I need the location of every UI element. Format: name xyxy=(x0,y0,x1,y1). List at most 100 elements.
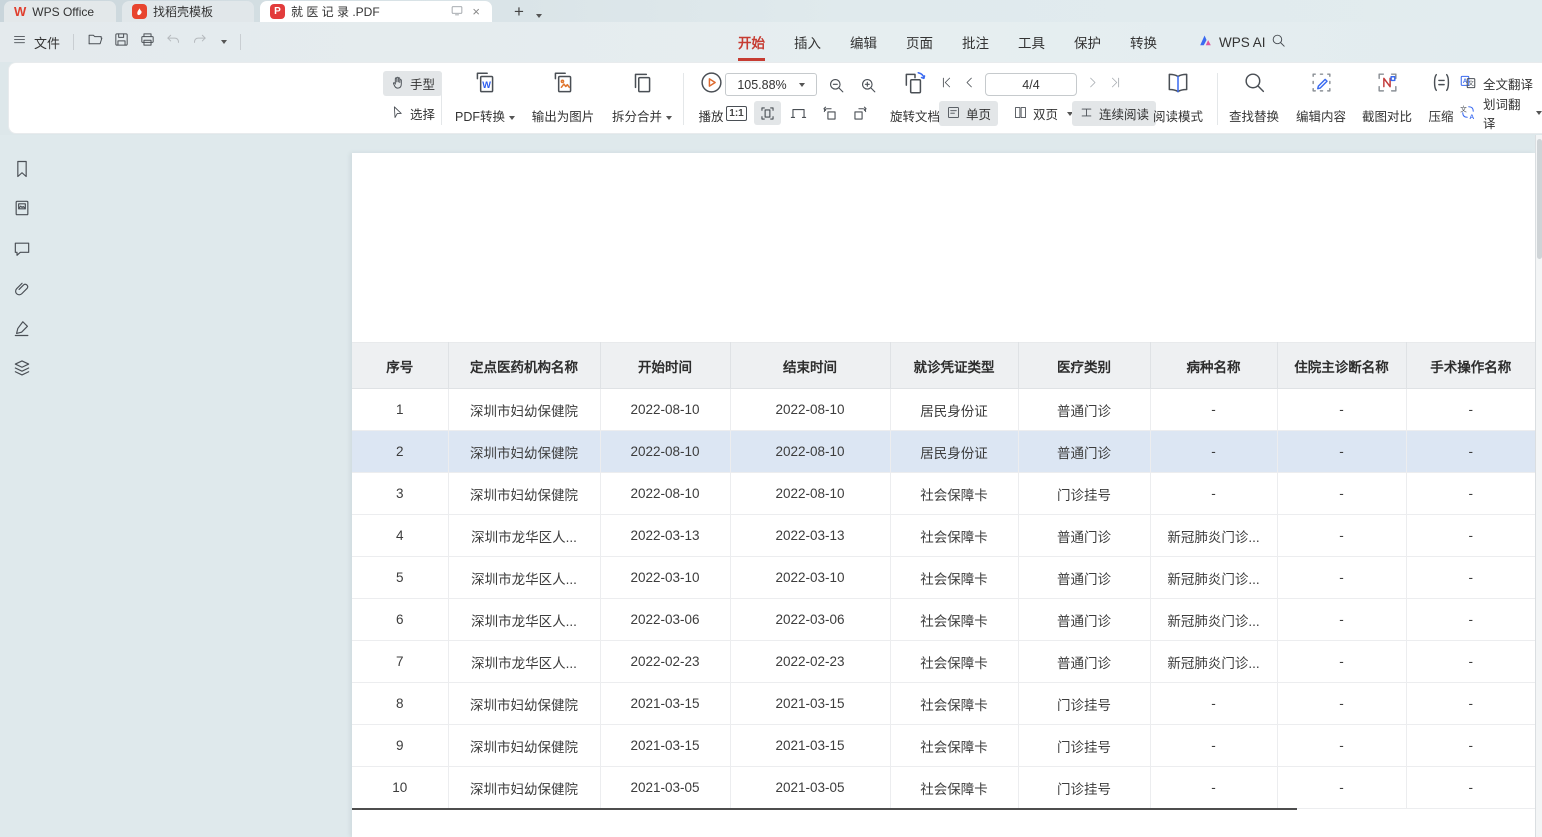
more-actions-chevron-icon[interactable] xyxy=(221,40,227,44)
table-cell: - xyxy=(1277,389,1406,431)
divider xyxy=(1217,73,1218,125)
read-mode-button[interactable]: 阅读模式 xyxy=(1147,68,1209,130)
screenshot-compare-icon xyxy=(1375,70,1400,98)
zoom-level-select[interactable]: 105.88% xyxy=(725,73,817,96)
menu-item-edit[interactable]: 编辑 xyxy=(850,32,877,52)
divider xyxy=(683,73,684,125)
menu-item-tools[interactable]: 工具 xyxy=(1018,32,1045,52)
left-panel-icons xyxy=(0,135,44,837)
bookmark-icon[interactable] xyxy=(12,159,32,179)
first-page-icon[interactable] xyxy=(939,75,954,95)
double-page-icon xyxy=(1013,105,1028,123)
prev-page-icon[interactable] xyxy=(962,75,977,95)
select-tool-button[interactable]: 选择 xyxy=(383,101,442,126)
find-replace-button[interactable]: 查找替换 xyxy=(1221,68,1287,130)
export-image-button[interactable]: 输出为图片 xyxy=(523,68,603,130)
tab-list-chevron-icon[interactable] xyxy=(536,14,542,18)
comment-icon[interactable] xyxy=(12,239,32,259)
edit-content-button[interactable]: 编辑内容 xyxy=(1289,68,1353,130)
new-tab-button[interactable]: + xyxy=(510,2,528,22)
table-cell: 普通门诊 xyxy=(1018,641,1150,683)
attachment-icon[interactable] xyxy=(12,279,32,299)
table-row: 6深圳市龙华区人...2022-03-062022-03-06社会保障卡普通门诊… xyxy=(352,599,1535,641)
save-icon[interactable] xyxy=(113,31,130,53)
undo-icon[interactable] xyxy=(165,31,182,53)
table-cell: - xyxy=(1150,431,1277,473)
screenshot-compare-button[interactable]: 截图对比 xyxy=(1355,68,1419,130)
rotate-left-button[interactable] xyxy=(816,101,843,125)
menu-item-annotate[interactable]: 批注 xyxy=(962,32,989,52)
tab-document-active[interactable]: P 就 医 记 录 .PDF × xyxy=(260,1,492,22)
table-cell: 9 xyxy=(352,725,448,767)
redo-icon[interactable] xyxy=(191,31,208,53)
next-page-icon[interactable] xyxy=(1085,75,1100,95)
table-row: 8深圳市妇幼保健院2021-03-152021-03-15社会保障卡门诊挂号--… xyxy=(352,683,1535,725)
zoom-out-button[interactable] xyxy=(823,73,850,97)
menu-item-convert[interactable]: 转换 xyxy=(1130,32,1157,52)
pdf-convert-button[interactable]: W PDF转换 xyxy=(447,68,523,130)
table-cell: 门诊挂号 xyxy=(1018,683,1150,725)
find-replace-icon xyxy=(1242,70,1267,98)
table-cell: - xyxy=(1150,767,1277,809)
tab-docer-templates[interactable]: 找稻壳模板 xyxy=(122,1,254,22)
rotate-right-icon xyxy=(851,104,870,123)
search-icon[interactable] xyxy=(1270,32,1287,54)
word-translate-label: 划词翻译 xyxy=(1483,94,1526,132)
menu-item-page[interactable]: 页面 xyxy=(906,32,933,52)
wps-ai-label: WPS AI xyxy=(1219,35,1266,50)
double-page-button[interactable]: 双页 xyxy=(1006,101,1080,126)
rotate-right-button[interactable] xyxy=(847,101,874,125)
table-row: 2深圳市妇幼保健院2022-08-102022-08-10居民身份证普通门诊--… xyxy=(352,431,1535,473)
layers-icon[interactable] xyxy=(12,358,32,378)
split-merge-button[interactable]: 拆分合并 xyxy=(605,68,679,130)
table-cell: 2022-02-23 xyxy=(600,641,730,683)
table-cell: 社会保障卡 xyxy=(890,683,1018,725)
docer-icon xyxy=(132,4,147,19)
wps-logo-icon: W xyxy=(14,4,26,19)
single-page-button[interactable]: 单页 xyxy=(939,101,998,126)
table-row: 9深圳市妇幼保健院2021-03-152021-03-15社会保障卡门诊挂号--… xyxy=(352,725,1535,767)
wps-ai-button[interactable]: WPS AI xyxy=(1198,22,1266,62)
vertical-scrollbar[interactable] xyxy=(1535,135,1542,837)
menu-item-home[interactable]: 开始 xyxy=(738,32,765,52)
print-icon[interactable] xyxy=(139,31,156,53)
thumbnail-icon[interactable] xyxy=(12,198,32,218)
hamburger-icon[interactable] xyxy=(12,32,27,52)
menu-item-protect[interactable]: 保护 xyxy=(1074,32,1101,52)
table-cell: 2022-08-10 xyxy=(600,431,730,473)
last-page-icon[interactable] xyxy=(1108,75,1123,95)
continuous-read-label: 连续阅读 xyxy=(1099,104,1149,123)
compress-label: 压缩 xyxy=(1428,106,1453,125)
table-cell: 社会保障卡 xyxy=(890,473,1018,515)
actual-size-button[interactable]: 1:1 xyxy=(723,101,750,125)
table-cell: - xyxy=(1277,683,1406,725)
compress-button[interactable]: 压缩 xyxy=(1421,68,1461,130)
open-file-icon[interactable] xyxy=(87,31,104,53)
fit-width-button[interactable] xyxy=(754,101,781,125)
table-cell: - xyxy=(1277,515,1406,557)
table-row: 4深圳市龙华区人...2022-03-132022-03-13社会保障卡普通门诊… xyxy=(352,515,1535,557)
continuous-read-button[interactable]: 连续阅读 xyxy=(1072,101,1156,126)
table-cell: 2022-08-10 xyxy=(730,431,890,473)
tab-wps-office[interactable]: W WPS Office xyxy=(4,1,116,22)
table-cell: - xyxy=(1406,389,1535,431)
monitor-icon[interactable] xyxy=(450,4,464,20)
fit-page-button[interactable] xyxy=(785,101,812,125)
full-translate-button[interactable]: A文 全文翻译 xyxy=(1459,71,1533,95)
word-translate-button[interactable]: 文A 划词翻译 xyxy=(1459,101,1542,125)
signature-icon[interactable] xyxy=(12,318,32,338)
table-cell: 社会保障卡 xyxy=(890,557,1018,599)
compress-icon xyxy=(1429,70,1454,98)
table-cell: 深圳市龙华区人... xyxy=(448,515,600,557)
menu-item-insert[interactable]: 插入 xyxy=(794,32,821,52)
close-icon[interactable]: × xyxy=(470,4,482,19)
table-cell: 门诊挂号 xyxy=(1018,473,1150,515)
scrollbar-thumb[interactable] xyxy=(1537,139,1542,259)
table-cell: 2021-03-15 xyxy=(600,725,730,767)
table-row: 7深圳市龙华区人...2022-02-232022-02-23社会保障卡普通门诊… xyxy=(352,641,1535,683)
page-indicator-input[interactable]: 4/4 xyxy=(985,73,1077,96)
wps-ai-icon xyxy=(1198,33,1213,51)
table-cell: 普通门诊 xyxy=(1018,515,1150,557)
hand-tool-button[interactable]: 手型 xyxy=(383,71,442,96)
file-menu[interactable]: 文件 xyxy=(34,33,60,52)
